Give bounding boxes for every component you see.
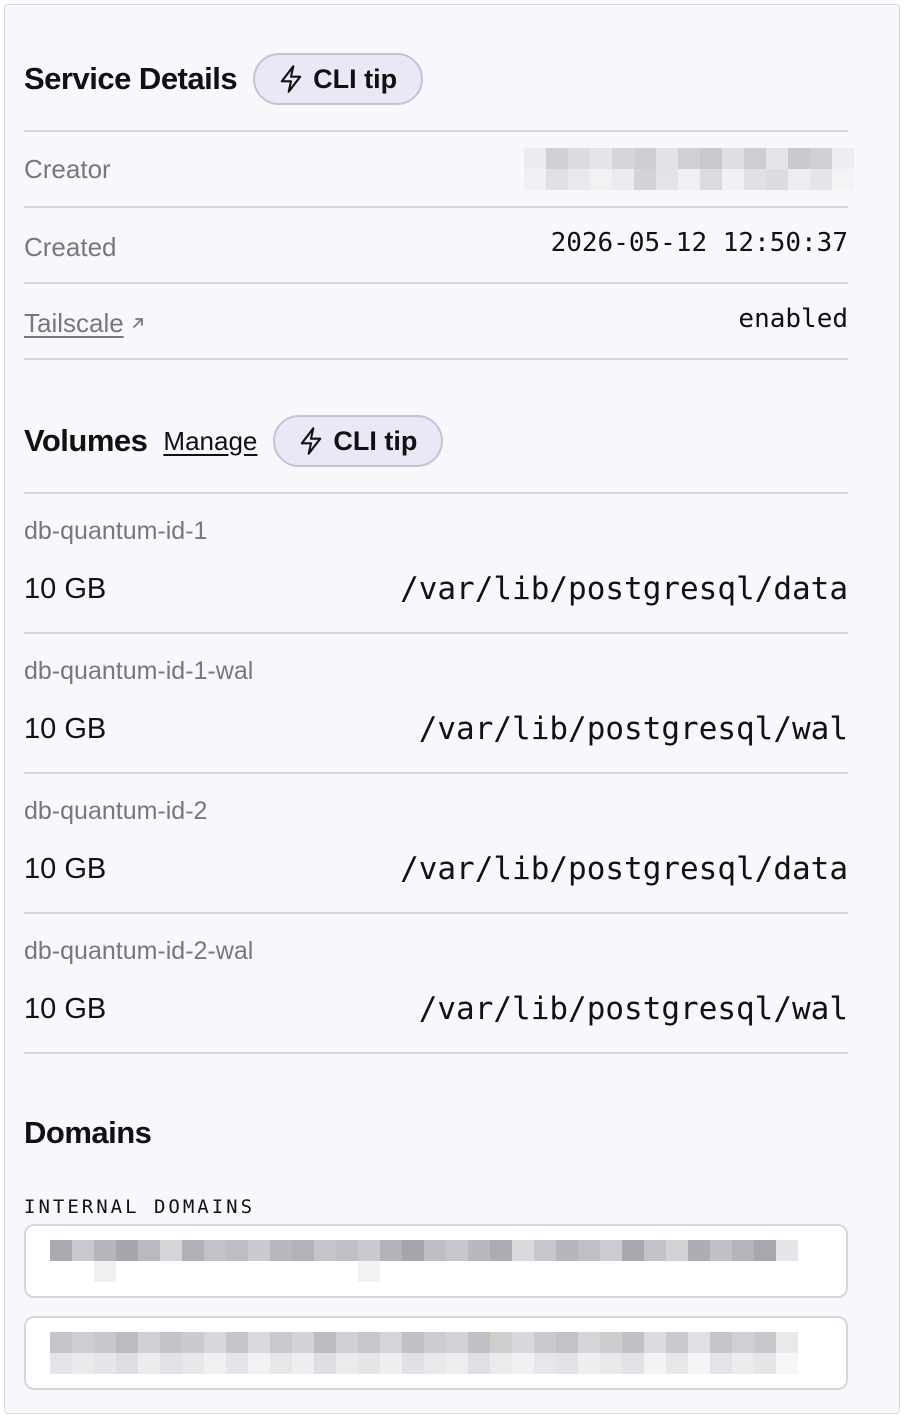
volume-mount-path: /var/lib/postgresql/data: [400, 851, 848, 887]
divider: [24, 130, 848, 132]
volumes-title: Volumes: [24, 423, 148, 458]
created-value: 2026-05-12 12:50:37: [550, 228, 848, 258]
volume-mount-path: /var/lib/postgresql/wal: [418, 711, 848, 747]
lightning-bolt-icon: [301, 427, 322, 455]
internal-domains-label: INTERNAL DOMAINS: [24, 1196, 256, 1218]
arrow-up-right-icon: [132, 318, 143, 328]
volume-row: 10 GB /var/lib/postgresql/data: [24, 571, 848, 607]
volume-size: 10 GB: [24, 992, 107, 1025]
service-details-header: Service Details CLI tip: [24, 53, 424, 105]
manage-volumes-link[interactable]: Manage: [163, 426, 257, 457]
lightning-bolt-icon: [280, 65, 302, 93]
volume-size: 10 GB: [24, 852, 107, 885]
creator-redacted-value: [524, 148, 854, 190]
divider: [24, 912, 848, 914]
volume-name: db-quantum-id-1: [24, 517, 208, 545]
tailscale-value: enabled: [738, 304, 848, 334]
creator-row: Creator: [24, 147, 854, 191]
divider: [24, 1052, 848, 1054]
divider: [24, 358, 848, 360]
created-row: Created 2026-05-12 12:50:37: [24, 225, 848, 269]
internal-domain-redacted: [50, 1332, 798, 1374]
service-panel: Service Details CLI tip Creator Created …: [4, 4, 900, 1414]
internal-domain-field[interactable]: [24, 1316, 848, 1390]
volume-size: 10 GB: [24, 712, 107, 745]
divider: [24, 772, 848, 774]
tailscale-label: Tailscale: [24, 307, 124, 338]
created-label: Created: [24, 231, 117, 262]
volumes-cli-tip-button[interactable]: CLI tip: [273, 415, 444, 467]
divider: [24, 282, 848, 284]
creator-label: Creator: [24, 153, 111, 184]
volume-name: db-quantum-id-2: [24, 797, 208, 825]
tailscale-row: Tailscale enabled: [24, 301, 848, 345]
domains-title: Domains: [24, 1115, 152, 1150]
volumes-header: Volumes Manage CLI tip: [24, 415, 444, 467]
volume-mount-path: /var/lib/postgresql/wal: [418, 991, 848, 1027]
divider: [24, 206, 848, 208]
volume-size: 10 GB: [24, 572, 107, 605]
volume-mount-path: /var/lib/postgresql/data: [400, 571, 848, 607]
internal-domain-field[interactable]: [24, 1224, 848, 1298]
domains-header: Domains: [24, 1115, 152, 1151]
volume-name: db-quantum-id-1-wal: [24, 657, 254, 685]
divider: [24, 492, 848, 494]
service-details-cli-tip-button[interactable]: CLI tip: [253, 53, 424, 105]
volume-row: 10 GB /var/lib/postgresql/wal: [24, 991, 848, 1027]
divider: [24, 632, 848, 634]
internal-domain-redacted: [50, 1240, 798, 1282]
tailscale-link[interactable]: Tailscale: [24, 308, 146, 339]
volume-name: db-quantum-id-2-wal: [24, 937, 254, 965]
cli-tip-label: CLI tip: [333, 425, 418, 456]
service-details-title: Service Details: [24, 61, 238, 96]
volume-row: 10 GB /var/lib/postgresql/data: [24, 851, 848, 887]
cli-tip-label: CLI tip: [313, 63, 398, 94]
volume-row: 10 GB /var/lib/postgresql/wal: [24, 711, 848, 747]
